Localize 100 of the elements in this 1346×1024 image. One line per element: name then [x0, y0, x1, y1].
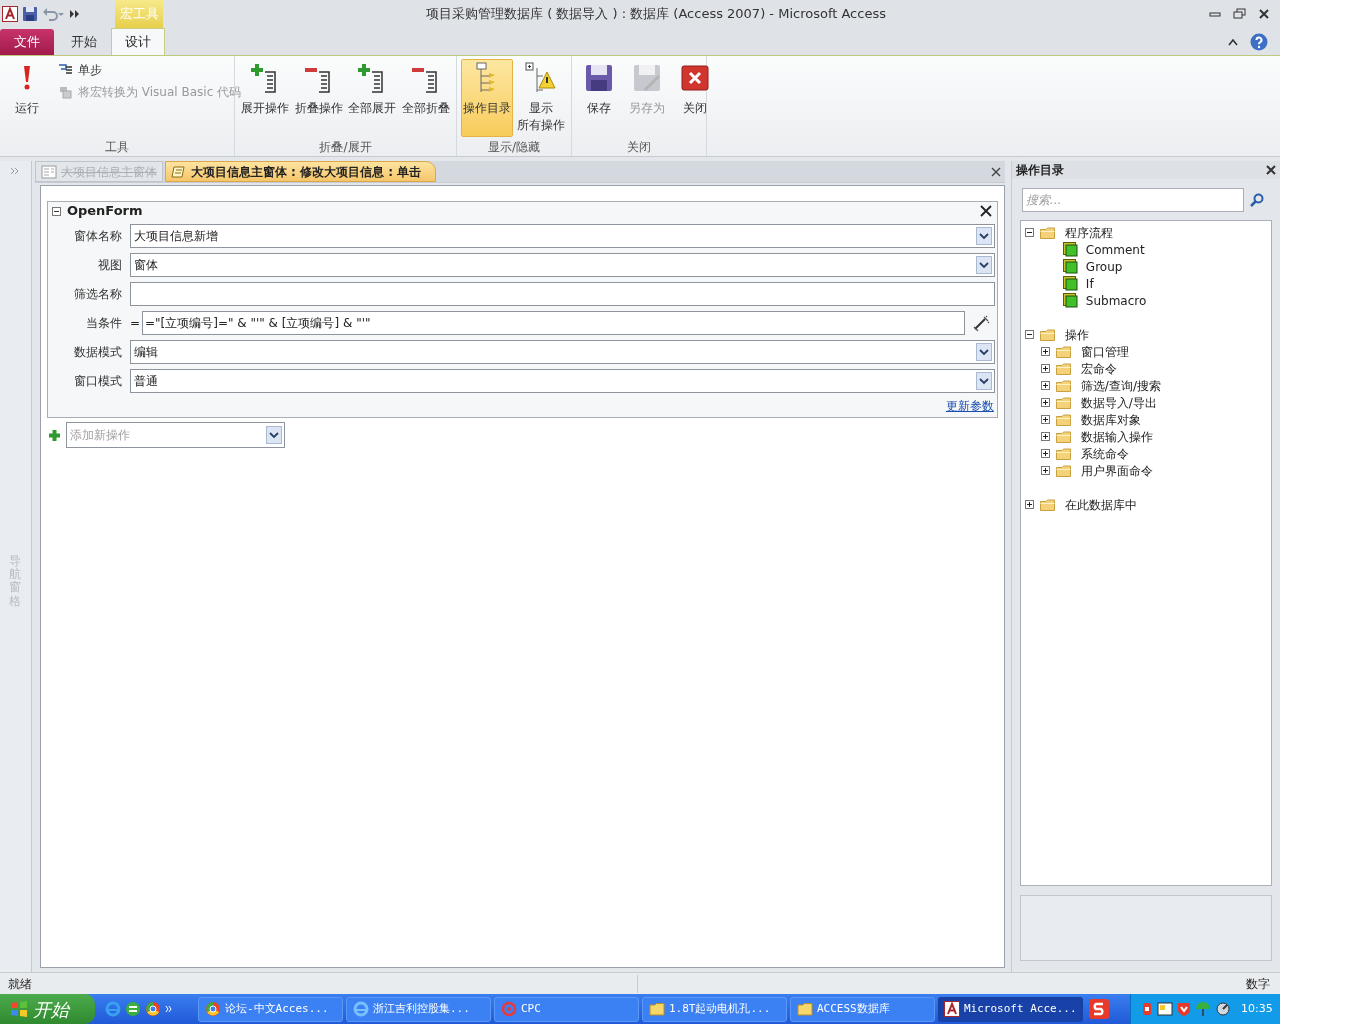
dropdown-field[interactable]: 编辑	[129, 340, 995, 364]
clock: 10:35	[1241, 1000, 1273, 1017]
expand-icon[interactable]	[1040, 364, 1050, 373]
search-field[interactable]: 搜索...	[1021, 188, 1244, 212]
input-method-icon[interactable]	[1088, 998, 1110, 1020]
floppy-disk-pen-icon	[631, 62, 663, 94]
file-tab[interactable]: 文件	[0, 29, 54, 55]
dropdown-icon[interactable]	[265, 426, 282, 444]
document-tab[interactable]: 大项目信息主窗体 : 修改大项目信息 : 单击	[164, 161, 437, 182]
start-button[interactable]: 开始	[0, 994, 95, 1024]
dropdown-icon[interactable]	[975, 343, 992, 361]
dropdown-icon[interactable]	[975, 372, 992, 390]
folder-icon	[1055, 345, 1071, 358]
ribbon-tab[interactable]: 开始	[57, 29, 111, 55]
tree-item[interactable]: Submacro	[1085, 291, 1147, 310]
expand-icon[interactable]	[1040, 398, 1050, 407]
more-icon[interactable]	[165, 1005, 173, 1013]
builder-wand-icon[interactable]	[971, 314, 990, 332]
dropdown-field[interactable]: 普通	[129, 369, 995, 393]
block-icon	[1062, 293, 1078, 308]
expand-icon[interactable]	[1040, 381, 1050, 390]
input-field[interactable]	[129, 282, 995, 306]
tree-item[interactable]: Group	[1085, 257, 1123, 276]
help-icon[interactable]	[1250, 32, 1268, 51]
folder-icon	[1039, 328, 1055, 341]
tree-item[interactable]: 筛选/查询/搜索	[1080, 376, 1161, 395]
field-label: 窗体名称	[72, 228, 122, 245]
tree-item[interactable]: If	[1085, 274, 1094, 293]
speaker-icon[interactable]	[1215, 1001, 1231, 1017]
tree-item[interactable]: 在此数据库中	[1064, 495, 1137, 514]
taskbar-button[interactable]: 浙江吉利控股集...	[346, 996, 491, 1022]
umbrella-icon[interactable]	[1195, 1001, 1211, 1017]
ribbon-button[interactable]: 折叠操作	[292, 59, 345, 137]
exclamation-icon	[23, 65, 31, 90]
shield-icon[interactable]	[1177, 1001, 1191, 1017]
convert-icon	[58, 85, 74, 99]
folder-icon	[1055, 447, 1071, 460]
taskbar-button[interactable]: 论坛-中文Acces...	[198, 996, 343, 1022]
tree-item[interactable]: 数据导入/导出	[1080, 393, 1157, 412]
save-icon[interactable]	[22, 6, 38, 22]
dropdown-field[interactable]: 窗体	[129, 253, 995, 277]
tree-item[interactable]: 数据输入操作	[1080, 427, 1153, 446]
ribbon-button[interactable]: 显示 所有操作	[515, 59, 567, 137]
dropdown-icon[interactable]	[975, 227, 992, 245]
group-label: 显示/隐藏	[486, 139, 541, 156]
close-icon[interactable]	[1258, 8, 1270, 20]
tree-item[interactable]: 操作	[1064, 325, 1089, 344]
expand-icon[interactable]	[1040, 347, 1050, 356]
collapse-icon[interactable]	[51, 206, 61, 216]
ribbon-button[interactable]: 关闭	[672, 59, 718, 137]
group-label: 工具	[104, 139, 130, 156]
tree-item[interactable]: 系统命令	[1080, 444, 1129, 463]
close-icon[interactable]	[1266, 165, 1276, 175]
collapse-icon[interactable]	[1024, 330, 1034, 339]
ribbon-button[interactable]: 全部折叠	[400, 59, 452, 137]
ribbon-tab[interactable]: 设计	[111, 28, 165, 55]
dropdown-field[interactable]: 大项目信息新增	[129, 224, 995, 248]
dropdown-icon[interactable]	[975, 256, 992, 274]
expand-icon[interactable]	[1040, 415, 1050, 424]
tree-item[interactable]: 用户界面命令	[1080, 461, 1153, 480]
tree-item[interactable]: 数据库对象	[1080, 410, 1141, 429]
ribbon-button[interactable]: 单步	[58, 61, 242, 79]
block-icon	[1062, 242, 1078, 257]
taskbar-button[interactable]: CPC	[494, 996, 639, 1022]
ribbon-button[interactable]: 保存	[576, 59, 622, 137]
expand-icon[interactable]	[1040, 466, 1050, 475]
group-label: 关闭	[626, 139, 652, 156]
expand-icon[interactable]	[1024, 500, 1034, 509]
ribbon-button[interactable]: 操作目录	[461, 59, 513, 137]
expand-icon[interactable]	[1040, 432, 1050, 441]
expand-icon[interactable]	[1040, 449, 1050, 458]
pane-title: 操作目录	[1015, 162, 1064, 179]
tree-item[interactable]: 程序流程	[1064, 223, 1113, 242]
ie-icon	[353, 1001, 369, 1017]
taskbar-button[interactable]: 1.8T起动电机孔...	[642, 996, 787, 1022]
tree-item[interactable]: Comment	[1085, 240, 1145, 259]
ribbon-button[interactable]: 展开操作	[239, 59, 291, 137]
folder-icon	[1055, 413, 1071, 426]
collapse-icon[interactable]	[1024, 228, 1034, 237]
ribbon-button[interactable]: 全部展开	[346, 59, 399, 137]
tree-item[interactable]: 窗口管理	[1080, 342, 1129, 361]
close-icon[interactable]	[990, 166, 1001, 177]
close-icon[interactable]	[979, 205, 992, 217]
browser-icon[interactable]	[145, 1001, 161, 1017]
folder-icon	[797, 1001, 813, 1017]
search-icon[interactable]	[1249, 193, 1264, 207]
shield-icon[interactable]	[1141, 1001, 1153, 1017]
folder-icon	[1055, 396, 1071, 409]
circle-icon[interactable]	[125, 1001, 141, 1017]
taskbar-button[interactable]: Microsoft Acce...	[938, 996, 1083, 1022]
taskbar-button[interactable]: ACCESS数据库	[790, 996, 935, 1022]
input-field[interactable]: ="[立项编号]=" & "'" & [立项编号] & "'"	[141, 311, 965, 335]
window-icon[interactable]	[1157, 1001, 1173, 1017]
restore-icon[interactable]	[1233, 8, 1246, 20]
windows-logo-icon	[10, 1000, 28, 1018]
ribbon-button[interactable]: 运行	[4, 59, 50, 137]
update-parameters-link[interactable]: 更新参数	[945, 397, 994, 415]
minimize-ribbon-icon[interactable]	[1228, 37, 1238, 46]
tree-item[interactable]: 宏命令	[1080, 359, 1117, 378]
status-text: 就绪	[0, 974, 638, 993]
